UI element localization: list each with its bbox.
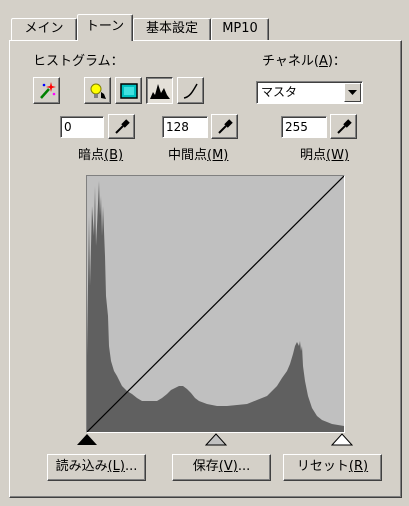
eyedropper-icon: [114, 118, 130, 134]
shadow-label: 暗点(B): [78, 148, 124, 163]
tab-tone-label: トーン: [85, 19, 125, 34]
dropdown-button[interactable]: [344, 83, 361, 102]
shadow-value-input[interactable]: 0: [60, 116, 104, 138]
histogram-label: ヒストグラム：: [33, 54, 124, 69]
tab-mp10[interactable]: MP10: [211, 18, 269, 40]
tab-main[interactable]: メイン: [11, 18, 77, 40]
highlight-eyedropper-button[interactable]: [330, 114, 357, 139]
channel-select-value: マスタ: [261, 85, 298, 99]
channel-label: チャネル(A)：: [262, 54, 346, 69]
mid-label: 中間点(M): [168, 148, 229, 163]
eyedropper-icon: [217, 118, 233, 134]
histogram-mode-button[interactable]: [146, 77, 173, 104]
highlight-slider-handle[interactable]: [331, 433, 353, 446]
tab-basic-settings-label: 基本設定: [145, 21, 198, 36]
magic-wand-icon: [39, 81, 56, 99]
histogram-graph[interactable]: [86, 175, 345, 433]
tab-mp10-label: MP10: [222, 21, 258, 36]
mid-value-input[interactable]: 128: [162, 116, 208, 138]
contrast-button[interactable]: [115, 77, 142, 104]
eyedropper-icon: [336, 118, 352, 134]
bulb-icon: [90, 83, 106, 99]
tab-main-label: メイン: [24, 21, 64, 36]
save-button[interactable]: 保存(V)...: [172, 454, 271, 481]
mid-eyedropper-button[interactable]: [211, 114, 238, 139]
curve-icon: [183, 83, 198, 99]
curve-mode-button[interactable]: [177, 77, 204, 104]
brightness-button[interactable]: [84, 77, 111, 104]
load-button[interactable]: 読み込み(L)...: [47, 454, 146, 481]
chevron-down-icon: [348, 89, 357, 95]
shadow-slider-handle[interactable]: [76, 433, 98, 446]
channel-select[interactable]: マスタ: [256, 81, 363, 104]
highlight-label: 明点(W): [300, 148, 350, 163]
histogram-chart: [87, 176, 344, 432]
reset-button[interactable]: リセット(R): [283, 454, 382, 481]
tab-tone[interactable]: トーン: [77, 14, 133, 41]
histogram-icon: [149, 83, 170, 99]
highlight-value-input[interactable]: 255: [281, 116, 327, 138]
rect-icon: [119, 82, 138, 99]
tab-basic-settings[interactable]: 基本設定: [133, 18, 211, 40]
mid-slider-handle[interactable]: [205, 433, 227, 446]
shadow-eyedropper-button[interactable]: [108, 114, 135, 139]
auto-tone-button[interactable]: [33, 77, 60, 104]
